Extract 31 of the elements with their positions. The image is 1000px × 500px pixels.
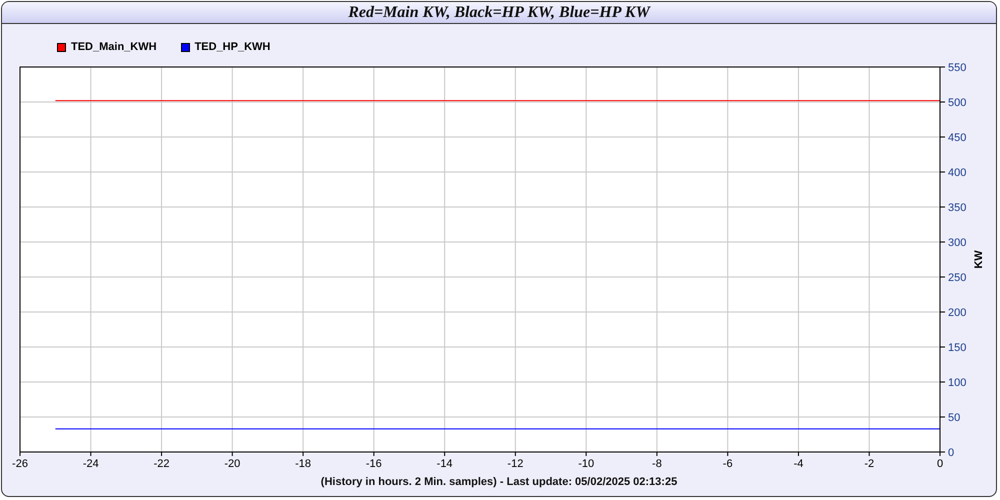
x-tick-label: -14 [436,458,453,470]
x-tick-label: -20 [224,458,240,470]
x-tick-label: -24 [82,458,99,470]
x-tick-label: -10 [578,458,594,470]
y-tick-label: 200 [948,307,966,319]
y-tick-label: 100 [948,377,966,389]
x-tick-label: -22 [154,458,170,470]
x-tick-label: 0 [936,458,944,470]
x-tick-label: -12 [507,458,524,470]
x-tick-label: -16 [366,458,382,470]
y-tick-label: 350 [948,202,966,214]
x-tick-label: -4 [794,458,804,470]
y-tick-label: 150 [948,342,966,354]
x-tick-label: -2 [864,458,874,470]
legend-label: TED_Main_KWH [71,41,157,53]
y-tick-label: 500 [948,97,966,109]
x-tick-label: -26 [12,458,28,470]
y-tick-label: 250 [948,272,966,284]
y-tick-label: 450 [948,132,966,144]
y-tick-label: 550 [948,62,966,74]
x-tick-label: -8 [652,458,662,470]
y-tick-label: 400 [948,167,966,179]
y-tick-label: 50 [948,412,960,424]
y-tick-label: 300 [948,237,966,249]
y-axis-title: KW [973,250,985,269]
legend-label: TED_HP_KWH [194,41,270,53]
x-axis-title: (History in hours. 2 Min. samples) - Last update: 05/02/2025 02:13:25 [320,476,678,488]
y-tick-label: 0 [948,447,954,459]
x-tick-label: -18 [295,458,312,470]
chart-title: Red=Main KW, Black=HP KW, Blue=HP KW [348,4,650,22]
x-tick-label: -6 [722,458,733,470]
